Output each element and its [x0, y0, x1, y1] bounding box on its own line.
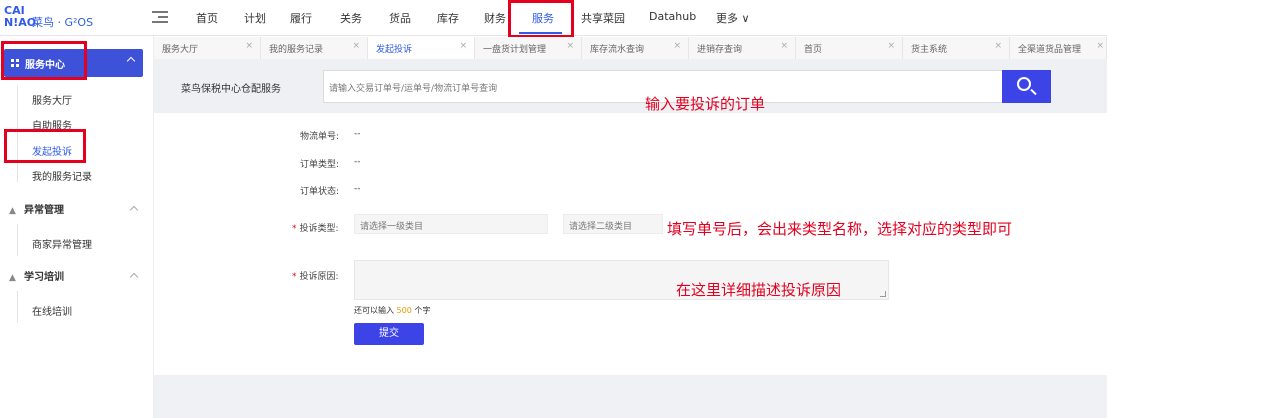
tab-home[interactable]: 首页 ×	[796, 37, 903, 59]
tab-my-records[interactable]: 我的服务记录 ×	[261, 37, 368, 59]
nav-fulfill[interactable]: 履行	[290, 10, 312, 26]
highlight-box-service-center	[1, 41, 87, 80]
nav-more[interactable]: 更多 ∨	[716, 10, 750, 26]
logo-line1: CAI	[4, 4, 25, 17]
tab-service-hall[interactable]: 服务大厅 ×	[154, 37, 261, 59]
tab-label: 首页	[804, 45, 823, 55]
cainiao-logo[interactable]: CAI N!AO 菜鸟 · G²OS	[4, 5, 114, 31]
sidebar-divider	[17, 224, 18, 256]
nav-customs[interactable]: 关务	[340, 10, 362, 26]
close-icon[interactable]: ×	[352, 41, 360, 51]
search-icon-handle	[1030, 88, 1037, 96]
app-root: CAI N!AO 菜鸟 · G²OS 首页 计划 履行 关务 货品 库存 财务 …	[0, 0, 1274, 418]
search-icon	[1017, 77, 1031, 91]
chevron-up-icon	[129, 272, 139, 282]
logistics-no-value: --	[354, 129, 361, 139]
sidebar-item-my-records[interactable]: 我的服务记录	[32, 168, 92, 183]
nav-plan[interactable]: 计划	[244, 10, 266, 26]
logo-brand: 菜鸟 · G²OS	[32, 16, 94, 29]
required-mark: *	[292, 224, 297, 234]
chevron-up-icon	[126, 56, 136, 66]
close-icon[interactable]: ×	[459, 41, 467, 51]
search-button[interactable]	[1002, 70, 1051, 103]
nav-inventory[interactable]: 库存	[437, 10, 459, 26]
annotation-describe-reason: 在这里详细描述投诉原因	[676, 281, 842, 299]
tab-omni-goods[interactable]: 全渠道货品管理 ×	[1010, 37, 1107, 59]
highlight-box-service	[508, 0, 574, 38]
sidebar-group-exception-label: 异常管理	[24, 205, 64, 216]
sidebar-item-merchant-exception[interactable]: 商家异常管理	[32, 236, 92, 251]
sidebar-group-training-label: 学习培训	[24, 272, 64, 283]
char-counter-prefix: 还可以输入	[354, 306, 394, 315]
sidebar-group-exception[interactable]: ▲ 异常管理	[9, 201, 64, 216]
tab-stock-flow[interactable]: 库存流水查询 ×	[582, 37, 689, 59]
close-icon[interactable]: ×	[245, 41, 253, 51]
tab-label: 发起投诉	[376, 45, 413, 55]
tab-label: 一盘货计划管理	[483, 45, 547, 55]
complaint-type-text: 投诉类型:	[299, 224, 339, 234]
sidebar-item-service-hall[interactable]: 服务大厅	[32, 92, 72, 107]
tab-label: 库存流水查询	[590, 45, 645, 55]
warning-icon: ▲	[9, 206, 16, 216]
nav-home[interactable]: 首页	[196, 10, 218, 26]
char-counter-number: 500	[396, 306, 412, 315]
order-status-value: --	[354, 184, 361, 194]
sidebar-divider	[17, 291, 18, 323]
tab-label: 货主系统	[911, 45, 948, 55]
close-icon[interactable]: ×	[994, 41, 1002, 51]
highlight-box-file-complaint	[4, 129, 86, 163]
sidebar-group-training[interactable]: ▲ 学习培训	[9, 268, 64, 283]
category-level2-select[interactable]: 请选择二级类目	[563, 214, 663, 234]
tab-label: 全渠道货品管理	[1018, 45, 1082, 55]
nav-finance[interactable]: 财务	[484, 10, 506, 26]
tab-label: 进销存查询	[697, 45, 743, 55]
tab-bar: 服务大厅 × 我的服务记录 × 发起投诉 × 一盘货计划管理 × 库存流水查询 × 进销存…	[154, 37, 1107, 59]
order-type-value: --	[354, 157, 361, 167]
tab-label: 我的服务记录	[269, 45, 324, 55]
sidebar-item-online-training[interactable]: 在线培训	[32, 303, 72, 318]
search-band: 菜鸟保税中心仓配服务 请输入交易订单号/运单号/物流订单号查询	[154, 59, 1107, 113]
char-counter-suffix: 个字	[414, 306, 431, 315]
menu-collapse-icon[interactable]	[152, 10, 168, 24]
tab-owner-system[interactable]: 货主系统 ×	[903, 37, 1010, 59]
char-counter: 还可以输入 500 个字	[354, 305, 430, 316]
nav-goods[interactable]: 货品	[389, 10, 411, 26]
annotation-enter-order: 输入要投诉的订单	[645, 95, 766, 113]
tab-inventory-plan[interactable]: 一盘货计划管理 ×	[475, 37, 582, 59]
category-level1-select[interactable]: 请选择一级类目	[354, 214, 548, 234]
tab-label: 服务大厅	[162, 45, 199, 55]
required-mark: *	[292, 272, 297, 282]
annotation-select-type: 填写单号后，会出来类型名称，选择对应的类型即可	[667, 220, 1013, 238]
chevron-up-icon	[129, 205, 139, 215]
tab-psi-query[interactable]: 进销存查询 ×	[689, 37, 796, 59]
tab-file-complaint[interactable]: 发起投诉 ×	[368, 37, 475, 59]
logistics-no-label: 物流单号:	[300, 132, 340, 142]
submit-button[interactable]: 提交	[354, 323, 424, 345]
complaint-reason-label: * 投诉原因:	[292, 269, 339, 282]
order-status-label: 订单状态:	[300, 187, 340, 197]
complaint-type-label: * 投诉类型:	[292, 221, 339, 234]
complaint-reason-text: 投诉原因:	[299, 272, 339, 282]
resize-handle-icon[interactable]	[880, 291, 886, 297]
graduation-cap-icon: ▲	[9, 273, 16, 283]
close-icon[interactable]: ×	[673, 41, 681, 51]
order-type-label: 订单类型:	[300, 160, 340, 170]
search-label: 菜鸟保税中心仓配服务	[181, 84, 281, 95]
close-icon[interactable]: ×	[780, 41, 788, 51]
close-icon[interactable]: ×	[887, 41, 895, 51]
nav-datahub[interactable]: Datahub	[649, 10, 696, 23]
close-icon[interactable]: ×	[566, 41, 574, 51]
nav-shared-garden[interactable]: 共享菜园	[581, 10, 625, 26]
close-icon[interactable]: ×	[1096, 41, 1104, 51]
complaint-panel: 菜鸟保税中心仓配服务 请输入交易订单号/运单号/物流订单号查询 物流单号: --…	[154, 59, 1107, 375]
sidebar: 服务中心 服务大厅 自助服务 发起投诉 我的服务记录 ▲ 异常管理 商家异常管理 …	[0, 36, 154, 418]
